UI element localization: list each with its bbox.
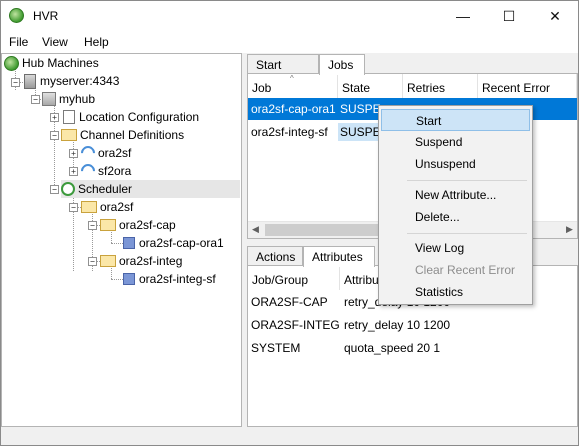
job-icon: [123, 237, 135, 249]
tree-node-label: myhub: [59, 92, 96, 106]
tree-node-label: ora2sf: [100, 200, 134, 214]
job-group-cell: ORA2SF-CAP: [251, 295, 328, 309]
status-bar: [1, 427, 578, 445]
scroll-left-icon[interactable]: ◀: [252, 224, 259, 235]
minimize-button[interactable]: —: [440, 1, 486, 31]
folder-open-icon: [81, 201, 97, 213]
menu-item-delete[interactable]: Delete...: [381, 206, 530, 228]
tab-jobs[interactable]: Jobs: [319, 54, 365, 75]
tree-node-ora2sf-cap-ora1[interactable]: ora2sf-cap-ora1: [121, 234, 226, 252]
tree-node-label: ora2sf-integ-sf: [139, 272, 216, 286]
tree-node-myserver[interactable]: myserver:4343: [22, 72, 121, 90]
globe-icon: [4, 55, 19, 71]
window-title: HVR: [33, 9, 59, 23]
tree-node-label: ora2sf-cap: [119, 218, 176, 232]
tree-node-ora2sf-cap[interactable]: ora2sf-cap: [100, 216, 178, 234]
hub-icon: [42, 92, 56, 106]
menu-help[interactable]: Help: [84, 35, 109, 49]
maximize-button[interactable]: ☐: [486, 1, 532, 31]
column-header-job-group[interactable]: Job/Group: [248, 266, 340, 290]
job-cell: ora2sf-cap-ora1: [251, 102, 336, 116]
globe-icon: [9, 8, 24, 23]
menu-item-start[interactable]: Start: [381, 109, 530, 131]
job-icon: [123, 273, 135, 285]
folder-open-icon: [61, 129, 77, 141]
tree-node-hub-machines[interactable]: Hub Machines: [4, 54, 101, 72]
tree-node-location-configuration[interactable]: Location Configuration: [61, 108, 201, 126]
tree-node-label: Scheduler: [78, 182, 133, 196]
hvr-window: HVR — ☐ ✕ File View Help − − + − + + − −…: [0, 0, 579, 446]
expand-location-configuration-toggle[interactable]: +: [50, 113, 59, 122]
sort-ascending-icon: ^: [290, 74, 294, 83]
collapse-ora2sf-integ-toggle[interactable]: −: [88, 257, 97, 266]
tab-actions[interactable]: Actions: [247, 246, 303, 266]
collapse-scheduler-toggle[interactable]: −: [50, 185, 59, 194]
scrollbar-thumb[interactable]: [265, 224, 385, 236]
tree-node-label: Location Configuration: [79, 110, 200, 124]
server-icon: [24, 73, 36, 89]
tree-node-channel-sf2ora[interactable]: sf2ora: [78, 161, 133, 181]
menu-item-statistics[interactable]: Statistics: [381, 281, 530, 303]
channel-icon: [78, 143, 98, 163]
channel-icon: [78, 161, 98, 181]
menu-item-clear-recent-error: Clear Recent Error: [415, 263, 516, 277]
tree-node-label: myserver:4343: [40, 74, 120, 88]
column-header-state[interactable]: State: [338, 74, 403, 98]
column-header-job[interactable]: Job ^: [248, 74, 338, 98]
collapse-ora2sf-group-toggle[interactable]: −: [69, 203, 78, 212]
expand-ora2sf-channel-toggle[interactable]: +: [69, 149, 78, 158]
document-icon: [63, 110, 75, 124]
expand-sf2ora-channel-toggle[interactable]: +: [69, 167, 78, 176]
tree-node-myhub[interactable]: myhub: [42, 90, 97, 108]
job-group-cell: SYSTEM: [251, 341, 301, 355]
close-button[interactable]: ✕: [532, 1, 578, 31]
column-header-retries[interactable]: Retries: [403, 74, 478, 98]
title-bar: HVR — ☐ ✕: [1, 1, 578, 31]
tree-node-label: Hub Machines: [22, 56, 99, 70]
scroll-right-icon[interactable]: ▶: [566, 224, 573, 235]
tree-node-label: sf2ora: [98, 164, 132, 178]
tree-node-channel-definitions[interactable]: Channel Definitions: [61, 126, 186, 144]
folder-open-icon: [100, 219, 116, 231]
menu-item-view-log[interactable]: View Log: [381, 237, 530, 259]
tree-node-ora2sf-integ-sf[interactable]: ora2sf-integ-sf: [121, 270, 218, 288]
attribute-cell: quota_speed 20 1: [344, 341, 441, 355]
menu-separator: [407, 180, 527, 181]
tree-node-scheduler[interactable]: Scheduler: [61, 180, 240, 198]
tree-node-label: ora2sf-cap-ora1: [139, 236, 224, 250]
state-cell: SUSPENDED: [338, 123, 378, 141]
menu-item-suspend[interactable]: Suspend: [381, 131, 530, 153]
hub-tree: − − + − + + − − − − Hub Machines myserve…: [1, 53, 242, 427]
menu-item-new-attribute[interactable]: New Attribute...: [381, 184, 530, 206]
job-context-menu: Start Suspend Unsuspend New Attribute...…: [378, 105, 533, 305]
job-cell: ora2sf-integ-sf: [251, 125, 328, 139]
folder-open-icon: [100, 255, 116, 267]
tree-node-label: ora2sf: [98, 146, 132, 160]
attribute-cell: retry_delay 10 1200: [344, 318, 451, 332]
state-cell: SUSPENDED: [340, 102, 380, 116]
tree-node-group-ora2sf[interactable]: ora2sf: [81, 198, 135, 216]
collapse-channel-definitions-toggle[interactable]: −: [50, 131, 59, 140]
menu-separator: [407, 233, 527, 234]
job-group-cell: ORA2SF-INTEG: [251, 318, 340, 332]
scheduler-icon: [61, 182, 75, 196]
tree-node-label: ora2sf-integ: [119, 254, 183, 268]
column-header-recent-error[interactable]: Recent Error: [478, 74, 577, 98]
collapse-myserver-toggle[interactable]: −: [11, 78, 20, 87]
tree-node-channel-ora2sf[interactable]: ora2sf: [78, 143, 133, 163]
column-header-label: Job: [252, 81, 272, 95]
tree-node-label: Channel Definitions: [80, 128, 185, 142]
table-row[interactable]: SYSTEM quota_speed 20 1: [248, 337, 577, 359]
menu-item-unsuspend[interactable]: Unsuspend: [381, 153, 530, 175]
tab-attributes[interactable]: Attributes: [303, 246, 375, 267]
menu-view[interactable]: View: [42, 35, 68, 49]
collapse-myhub-toggle[interactable]: −: [31, 95, 40, 104]
tree-node-ora2sf-integ[interactable]: ora2sf-integ: [100, 252, 184, 270]
menu-file[interactable]: File: [9, 35, 28, 49]
menu-bar: File View Help: [1, 31, 578, 53]
table-row[interactable]: ORA2SF-INTEG retry_delay 10 1200: [248, 314, 577, 336]
collapse-ora2sf-cap-toggle[interactable]: −: [88, 221, 97, 230]
tab-start-page[interactable]: Start Page: [247, 54, 319, 86]
